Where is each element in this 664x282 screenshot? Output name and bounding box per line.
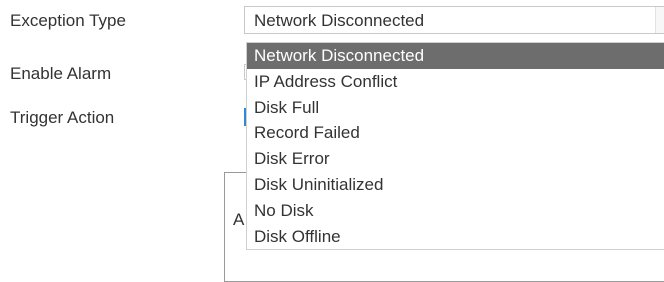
- select-arrow-button[interactable]: [655, 7, 664, 33]
- exception-type-select-value: Network Disconnected: [254, 11, 425, 30]
- dropdown-option-disk-offline[interactable]: Disk Offline: [247, 224, 664, 250]
- dropdown-option-record-failed[interactable]: Record Failed: [247, 120, 664, 146]
- dropdown-option-disk-full[interactable]: Disk Full: [247, 95, 664, 121]
- dropdown-option-disk-error[interactable]: Disk Error: [247, 146, 664, 172]
- enable-alarm-label: Enable Alarm: [10, 64, 112, 83]
- dropdown-option-disk-uninitialized[interactable]: Disk Uninitialized: [247, 172, 664, 198]
- trigger-action-label: Trigger Action: [10, 108, 115, 127]
- dropdown-option-no-disk[interactable]: No Disk: [247, 198, 664, 224]
- exception-type-dropdown-list: Network Disconnected IP Address Conflict…: [246, 42, 664, 251]
- action-fieldset-text: A: [233, 210, 245, 229]
- exception-type-select[interactable]: Network Disconnected: [244, 6, 664, 34]
- exception-type-label: Exception Type: [10, 11, 126, 30]
- dropdown-option-network-disconnected[interactable]: Network Disconnected: [247, 43, 664, 69]
- dropdown-option-ip-address-conflict[interactable]: IP Address Conflict: [247, 69, 664, 95]
